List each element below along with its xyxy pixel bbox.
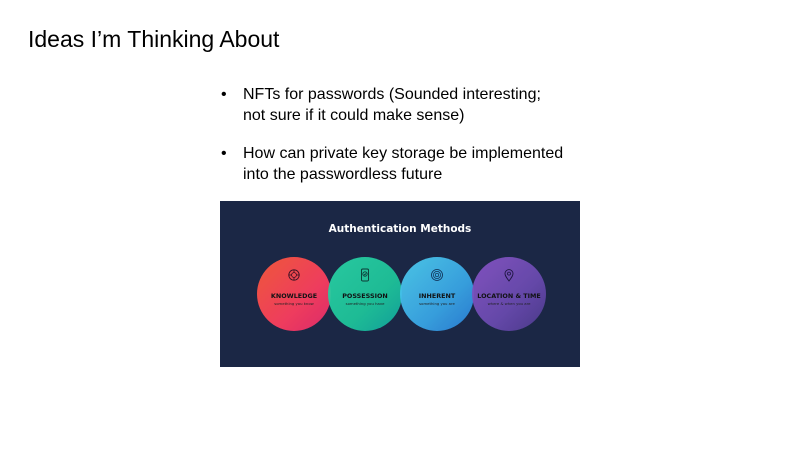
knowledge-circle: KNOWLEDGE something you know <box>257 257 331 331</box>
method-label: KNOWLEDGE <box>270 292 318 300</box>
bullet-text: How can private key storage be implement… <box>243 145 564 183</box>
method-label: POSSESSION <box>342 292 388 300</box>
bullet-text: NFTs for passwords (Sounded interesting;… <box>243 86 541 124</box>
method-subtitle: something you know <box>274 301 314 306</box>
location-pin-icon <box>472 268 546 284</box>
bullet-marker: • <box>221 145 227 162</box>
authentication-methods-image: Authentication Methods KNOWLEDGE somethi… <box>220 201 580 367</box>
bullet-item: • NFTs for passwords (Sounded interestin… <box>219 84 639 126</box>
possession-circle: POSSESSION something you have <box>328 257 402 331</box>
inherent-circle: INHERENT something you are <box>400 257 474 331</box>
method-subtitle: where & when you are <box>487 301 531 306</box>
method-subtitle: something you are <box>419 301 455 306</box>
fingerprint-icon <box>400 268 474 284</box>
bullet-item: • How can private key storage be impleme… <box>219 143 639 185</box>
bullet-list: • NFTs for passwords (Sounded interestin… <box>219 84 639 202</box>
bullet-marker: • <box>221 86 227 103</box>
method-label: INHERENT <box>418 292 456 300</box>
slide: Ideas I’m Thinking About • NFTs for pass… <box>0 0 800 450</box>
figure-title: Authentication Methods <box>328 223 472 235</box>
method-label: LOCATION & TIME <box>477 292 541 300</box>
method-subtitle: something you have <box>345 301 385 306</box>
location-time-circle: LOCATION & TIME where & when you are <box>472 257 546 331</box>
brain-icon <box>257 268 331 284</box>
slide-title: Ideas I’m Thinking About <box>28 26 280 52</box>
phone-check-icon <box>328 268 402 284</box>
